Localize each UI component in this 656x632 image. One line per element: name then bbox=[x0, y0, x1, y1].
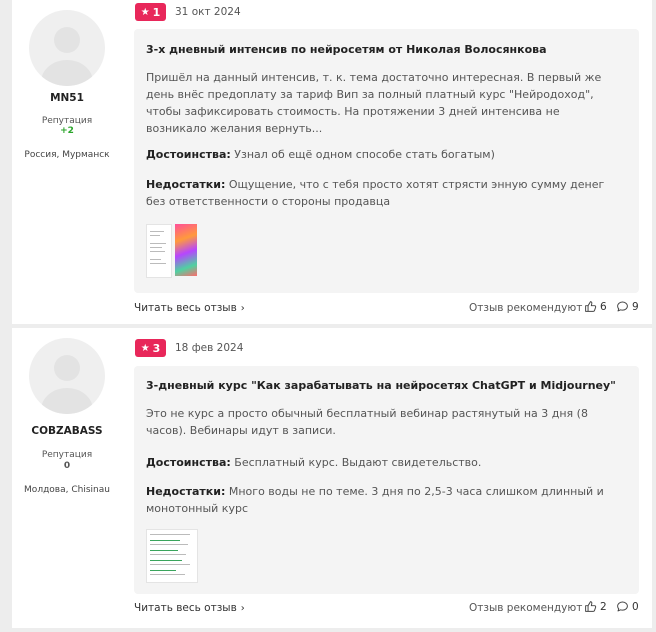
reputation-value: +2 bbox=[60, 126, 74, 136]
star-icon: ★ bbox=[140, 342, 150, 354]
like-button[interactable]: 2 bbox=[584, 600, 607, 613]
review-text: Пришёл на данный интенсив, т. к. тема до… bbox=[146, 71, 602, 135]
photo-thumbnail[interactable] bbox=[175, 224, 197, 276]
star-icon: ★ bbox=[140, 6, 150, 18]
cons-label: Недостатки: bbox=[146, 178, 226, 191]
read-more-label: Читать весь отзыв bbox=[134, 302, 237, 314]
chevron-right-icon: › bbox=[240, 603, 245, 614]
recommends-label: Отзыв рекомендуют bbox=[469, 302, 583, 314]
pros-text: Бесплатный курс. Выдают свидетельство. bbox=[234, 456, 482, 469]
rank-number: 3 bbox=[152, 341, 161, 355]
author-name[interactable]: COBZABASS bbox=[12, 425, 122, 437]
pros: Достоинства: Бесплатный курс. Выдают сви… bbox=[146, 454, 626, 471]
thumbs-up-icon bbox=[585, 601, 597, 612]
review-title[interactable]: 3-х дневный интенсив по нейросетям от Ни… bbox=[146, 43, 547, 56]
review-date: 31 окт 2024 bbox=[175, 6, 241, 18]
avatar[interactable] bbox=[29, 338, 105, 414]
cons: Недостатки: Ощущение, что с тебя просто … bbox=[146, 176, 626, 210]
user-silhouette-icon bbox=[41, 27, 93, 86]
review-date: 18 фев 2024 bbox=[175, 342, 244, 354]
review-card: COBZABASS Репутация 0 Молдова, Chisinau … bbox=[12, 328, 652, 628]
comment-icon bbox=[617, 601, 628, 612]
cons: Недостатки: Много воды не по теме. 3 дня… bbox=[146, 483, 626, 517]
comments-button[interactable]: 0 bbox=[616, 600, 639, 613]
comments-count: 0 bbox=[632, 600, 639, 613]
likes-count: 2 bbox=[600, 600, 607, 613]
pros: Достоинства: Узнал об ещё одном способе … bbox=[146, 146, 626, 163]
recommends-label: Отзыв рекомендуют bbox=[469, 602, 583, 614]
cons-label: Недостатки: bbox=[146, 485, 226, 498]
review-title[interactable]: 3-дневный курс "Как зарабатывать на нейр… bbox=[146, 379, 616, 392]
likes-count: 6 bbox=[600, 300, 607, 313]
review-photos bbox=[146, 224, 216, 278]
chevron-right-icon: › bbox=[240, 303, 245, 314]
review-card: MN51 Репутация +2 Россия, Мурманск ★ 1 3… bbox=[12, 0, 652, 324]
review-photos bbox=[146, 529, 200, 583]
reputation-value: 0 bbox=[63, 461, 71, 471]
pros-label: Достоинства: bbox=[146, 456, 231, 469]
rank-badge: ★ 3 bbox=[135, 339, 166, 357]
photo-thumbnail[interactable] bbox=[146, 224, 172, 278]
author-name[interactable]: MN51 bbox=[12, 92, 122, 104]
review-text: Это не курс а просто обычный бесплатный … bbox=[146, 407, 588, 437]
reputation-label: Репутация bbox=[41, 450, 93, 460]
read-more-label: Читать весь отзыв bbox=[134, 602, 237, 614]
photo-thumbnail[interactable] bbox=[146, 529, 198, 583]
author-city: Россия, Мурманск bbox=[24, 150, 110, 160]
like-button[interactable]: 6 bbox=[584, 300, 607, 313]
reputation-label: Репутация bbox=[41, 116, 93, 126]
pros-text: Узнал об ещё одном способе стать богатым… bbox=[234, 148, 495, 161]
author-city: Молдова, Chisinau bbox=[24, 485, 110, 495]
rank-badge: ★ 1 bbox=[135, 3, 166, 21]
review-content: 3-х дневный интенсив по нейросетям от Ни… bbox=[134, 29, 639, 293]
rank-number: 1 bbox=[152, 5, 161, 19]
read-full-review-link[interactable]: Читать весь отзыв › bbox=[134, 602, 245, 614]
read-full-review-link[interactable]: Читать весь отзыв › bbox=[134, 302, 245, 314]
comments-button[interactable]: 9 bbox=[616, 300, 639, 313]
comments-count: 9 bbox=[632, 300, 639, 313]
comment-icon bbox=[617, 301, 628, 312]
avatar[interactable] bbox=[29, 10, 105, 86]
thumbs-up-icon bbox=[585, 301, 597, 312]
review-content: 3-дневный курс "Как зарабатывать на нейр… bbox=[134, 366, 639, 594]
user-silhouette-icon bbox=[41, 355, 93, 414]
pros-label: Достоинства: bbox=[146, 148, 231, 161]
